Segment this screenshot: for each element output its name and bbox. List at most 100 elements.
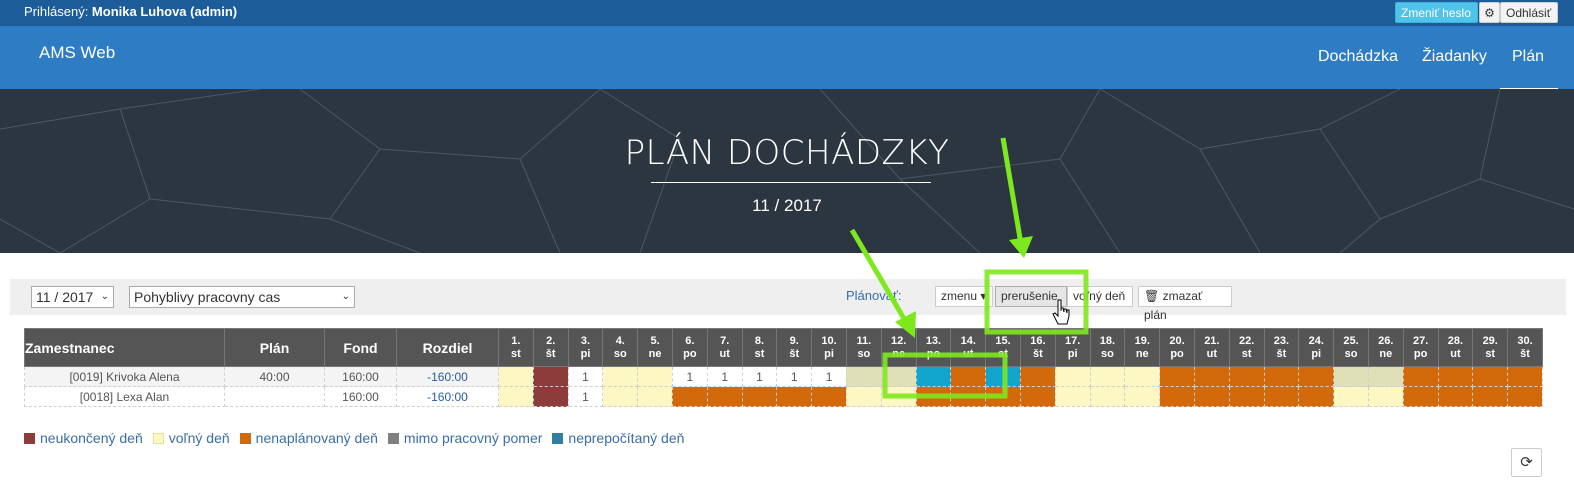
change-password-button[interactable]: Zmeniť heslo	[1395, 2, 1478, 23]
day-cell[interactable]	[880, 386, 917, 407]
day-cell[interactable]	[985, 366, 1021, 387]
day-cell[interactable]	[741, 386, 778, 407]
day-cell[interactable]	[1019, 386, 1056, 407]
table-header-row: Zamestnanec Plán Fond Rozdiel 1. st 2. št 3. pi 4.…	[24, 328, 1543, 367]
day-cell[interactable]	[1437, 386, 1474, 407]
day-cell[interactable]	[1124, 386, 1161, 407]
legend-label: neukončený deň	[40, 430, 143, 446]
plan-value: 40:00	[224, 366, 325, 387]
day-cell[interactable]	[1228, 366, 1265, 387]
day-cell[interactable]: 1	[706, 366, 743, 387]
day-cell[interactable]	[1089, 366, 1126, 387]
legend-swatch	[239, 433, 251, 444]
day-cell[interactable]	[637, 386, 673, 407]
day-cell[interactable]	[845, 386, 882, 407]
plan-free-day-button[interactable]: voľný deň	[1067, 286, 1133, 307]
day-cell[interactable]	[1402, 366, 1439, 387]
day-cell[interactable]	[1228, 386, 1265, 407]
header-plan: Plán	[224, 328, 325, 367]
day-cell[interactable]	[1507, 366, 1543, 387]
day-cell[interactable]	[1298, 386, 1335, 407]
header-day: 18. so	[1089, 328, 1126, 367]
brand-logo[interactable]: AMS Web	[39, 43, 115, 63]
diff-value: -160:00	[396, 366, 499, 387]
fund-value: 160:00	[324, 386, 397, 407]
day-cell[interactable]: 1	[741, 366, 778, 387]
day-cell[interactable]	[1089, 386, 1126, 407]
day-cell[interactable]	[1159, 386, 1195, 407]
day-cell[interactable]	[845, 366, 882, 387]
day-cell[interactable]: 1	[567, 366, 604, 387]
chevron-down-icon: ⌄	[341, 291, 350, 302]
page-subtitle: 11 / 2017	[752, 196, 822, 215]
day-cell[interactable]	[1472, 366, 1509, 387]
day-cell[interactable]: 1	[567, 386, 604, 407]
gear-icon[interactable]: ⚙	[1479, 2, 1500, 23]
day-cell[interactable]: 1	[671, 366, 708, 387]
hero-banner: PLÁN DOCHÁDZKY 11 / 2017	[0, 89, 1574, 253]
month-select[interactable]: 11 / 2017 ⌄	[31, 286, 114, 308]
day-cell[interactable]	[671, 386, 708, 407]
day-cell[interactable]: 1	[776, 366, 813, 387]
plan-shift-button[interactable]: zmenu ▾	[935, 286, 993, 307]
schedule-select[interactable]: Pohyblivy pracovny cas ⌄	[129, 286, 355, 308]
trash-icon: 🗑	[1144, 289, 1160, 303]
day-cell[interactable]	[1159, 366, 1195, 387]
header-day: 3. pi	[567, 328, 604, 367]
day-cell[interactable]	[985, 386, 1021, 407]
day-cell[interactable]	[811, 386, 847, 407]
day-cell[interactable]	[880, 366, 917, 387]
employee-name-link[interactable]: [0019] Krivoka Alena	[24, 366, 225, 387]
nav-dochadzka[interactable]: Dochádzka	[1318, 48, 1398, 66]
plan-break-button[interactable]: prerušenie	[995, 286, 1067, 307]
legend-item: neukončený deň	[24, 430, 143, 446]
day-cell[interactable]	[602, 386, 639, 407]
day-cell[interactable]	[1193, 386, 1230, 407]
day-cell[interactable]	[1263, 366, 1300, 387]
header-day: 21. ut	[1193, 328, 1230, 367]
day-cell[interactable]	[498, 366, 534, 387]
day-cell[interactable]	[1054, 386, 1091, 407]
day-cell[interactable]	[1333, 386, 1369, 407]
day-cell[interactable]	[1402, 386, 1439, 407]
legend-swatch	[24, 433, 35, 444]
delete-plan-button[interactable]: 🗑 zmazať plán	[1138, 286, 1232, 322]
employee-name-link[interactable]: [0018] Lexa Alan	[24, 386, 225, 407]
day-cell[interactable]	[1054, 366, 1091, 387]
day-cell[interactable]	[1019, 366, 1056, 387]
day-cell[interactable]	[1124, 366, 1161, 387]
legend-item: neprepočítaný deň	[552, 430, 684, 446]
header-day: 4. so	[602, 328, 639, 367]
day-cell[interactable]: 1	[811, 366, 847, 387]
day-cell[interactable]	[915, 366, 952, 387]
nav-plan[interactable]: Plán	[1499, 48, 1559, 90]
day-cell[interactable]	[1367, 386, 1404, 407]
day-cell[interactable]	[602, 366, 639, 387]
day-cell[interactable]	[1367, 366, 1404, 387]
day-cell[interactable]	[1507, 386, 1543, 407]
day-cell[interactable]	[706, 386, 743, 407]
logout-button[interactable]: Odhlásiť	[1500, 2, 1558, 23]
header-day: 12. ne	[880, 328, 917, 367]
day-cell[interactable]	[1333, 366, 1369, 387]
day-cell[interactable]	[1472, 386, 1509, 407]
header-diff: Rozdiel	[396, 328, 499, 367]
day-cell[interactable]	[1298, 366, 1335, 387]
legend-swatch	[387, 433, 399, 444]
day-cell[interactable]	[1263, 386, 1300, 407]
day-cell[interactable]	[1193, 366, 1230, 387]
refresh-button[interactable]: ⟳	[1511, 448, 1542, 477]
day-cell[interactable]	[637, 366, 673, 387]
header-day: 24. pi	[1298, 328, 1335, 367]
day-cell[interactable]	[950, 366, 987, 387]
day-cell[interactable]	[498, 386, 534, 407]
header-day: 8. st	[741, 328, 778, 367]
nav-ziadanky[interactable]: Žiadanky	[1422, 48, 1487, 66]
day-cell[interactable]	[776, 386, 813, 407]
fund-value: 160:00	[324, 366, 397, 387]
day-cell[interactable]	[532, 366, 569, 387]
day-cell[interactable]	[532, 386, 569, 407]
day-cell[interactable]	[950, 386, 987, 407]
day-cell[interactable]	[1437, 366, 1474, 387]
day-cell[interactable]	[915, 386, 952, 407]
